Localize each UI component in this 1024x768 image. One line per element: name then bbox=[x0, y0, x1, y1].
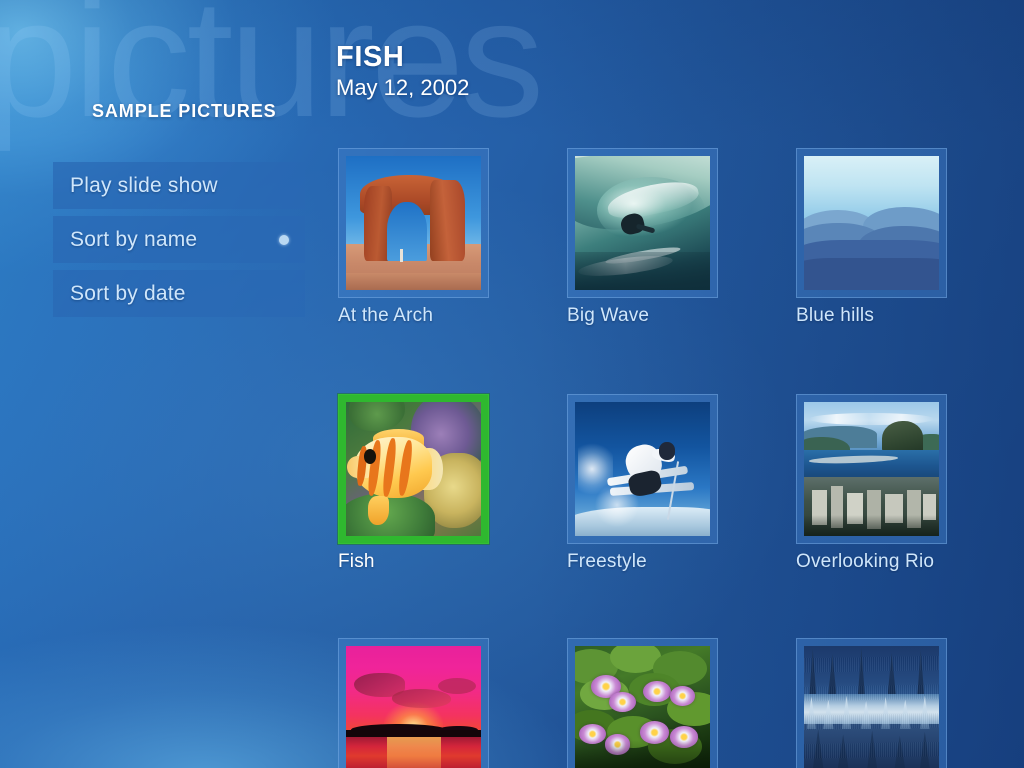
thumbnail-big-wave bbox=[575, 156, 710, 290]
picture-cell-big-wave[interactable]: Big Wave bbox=[567, 148, 796, 327]
picture-grid: At the Arch Big Wave Blue hills Fish Fre… bbox=[338, 148, 1024, 768]
picture-tile[interactable] bbox=[796, 148, 947, 298]
picture-grid-row: At the Arch Big Wave Blue hills bbox=[338, 148, 1024, 327]
selected-indicator-dot-icon bbox=[279, 234, 289, 245]
thumbnail-water-lilies bbox=[575, 646, 710, 768]
picture-tile[interactable] bbox=[567, 394, 718, 544]
thumbnail-sunset bbox=[346, 646, 481, 768]
picture-tile[interactable] bbox=[796, 638, 947, 768]
picture-caption: Big Wave bbox=[567, 305, 650, 326]
media-center-pictures-screen: pictures SAMPLE PICTURES FISH May 12, 20… bbox=[0, 0, 1024, 768]
left-menu: Play slide show Sort by name Sort by dat… bbox=[53, 162, 305, 324]
thumbnail-overlooking-rio bbox=[804, 402, 939, 536]
picture-cell-blue-hills[interactable]: Blue hills bbox=[796, 148, 1024, 327]
menu-item-label: Sort by date bbox=[70, 281, 186, 305]
picture-grid-row: Fish Freestyle Overlooking Rio bbox=[338, 394, 1024, 573]
section-label: SAMPLE PICTURES bbox=[92, 101, 277, 121]
picture-grid-row: Sunset bbox=[338, 638, 1024, 768]
picture-tile[interactable] bbox=[338, 638, 489, 768]
menu-item-sort-by-name[interactable]: Sort by name bbox=[53, 216, 305, 263]
picture-tile[interactable] bbox=[567, 638, 718, 768]
thumbnail-freestyle bbox=[575, 402, 710, 536]
thumbnail-winter bbox=[804, 646, 939, 768]
menu-item-label: Play slide show bbox=[70, 173, 218, 197]
picture-cell-sunset[interactable]: Sunset bbox=[338, 638, 567, 768]
picture-cell-fish[interactable]: Fish bbox=[338, 394, 567, 573]
page-header: FISH May 12, 2002 bbox=[336, 42, 469, 101]
thumbnail-at-the-arch bbox=[346, 156, 481, 290]
picture-caption: Overlooking Rio bbox=[796, 551, 935, 572]
menu-item-play-slide-show[interactable]: Play slide show bbox=[53, 162, 305, 209]
picture-cell-winter[interactable]: Winter bbox=[796, 638, 1024, 768]
picture-caption: Fish bbox=[338, 551, 375, 572]
picture-cell-at-the-arch[interactable]: At the Arch bbox=[338, 148, 567, 327]
picture-cell-freestyle[interactable]: Freestyle bbox=[567, 394, 796, 573]
thumbnail-fish bbox=[346, 402, 481, 536]
page-title: FISH bbox=[336, 41, 405, 73]
picture-tile[interactable] bbox=[796, 394, 947, 544]
page-subtitle: May 12, 2002 bbox=[336, 75, 470, 101]
picture-caption: Blue hills bbox=[796, 305, 875, 326]
picture-tile-selected[interactable] bbox=[338, 394, 489, 544]
picture-cell-water-lilies[interactable]: Water lilies bbox=[567, 638, 796, 768]
picture-cell-overlooking-rio[interactable]: Overlooking Rio bbox=[796, 394, 1024, 573]
picture-caption: Freestyle bbox=[567, 551, 647, 572]
menu-item-sort-by-date[interactable]: Sort by date bbox=[53, 270, 305, 317]
thumbnail-blue-hills bbox=[804, 156, 939, 290]
picture-tile[interactable] bbox=[338, 148, 489, 298]
picture-caption: At the Arch bbox=[338, 305, 434, 326]
picture-tile[interactable] bbox=[567, 148, 718, 298]
menu-item-label: Sort by name bbox=[70, 227, 198, 251]
